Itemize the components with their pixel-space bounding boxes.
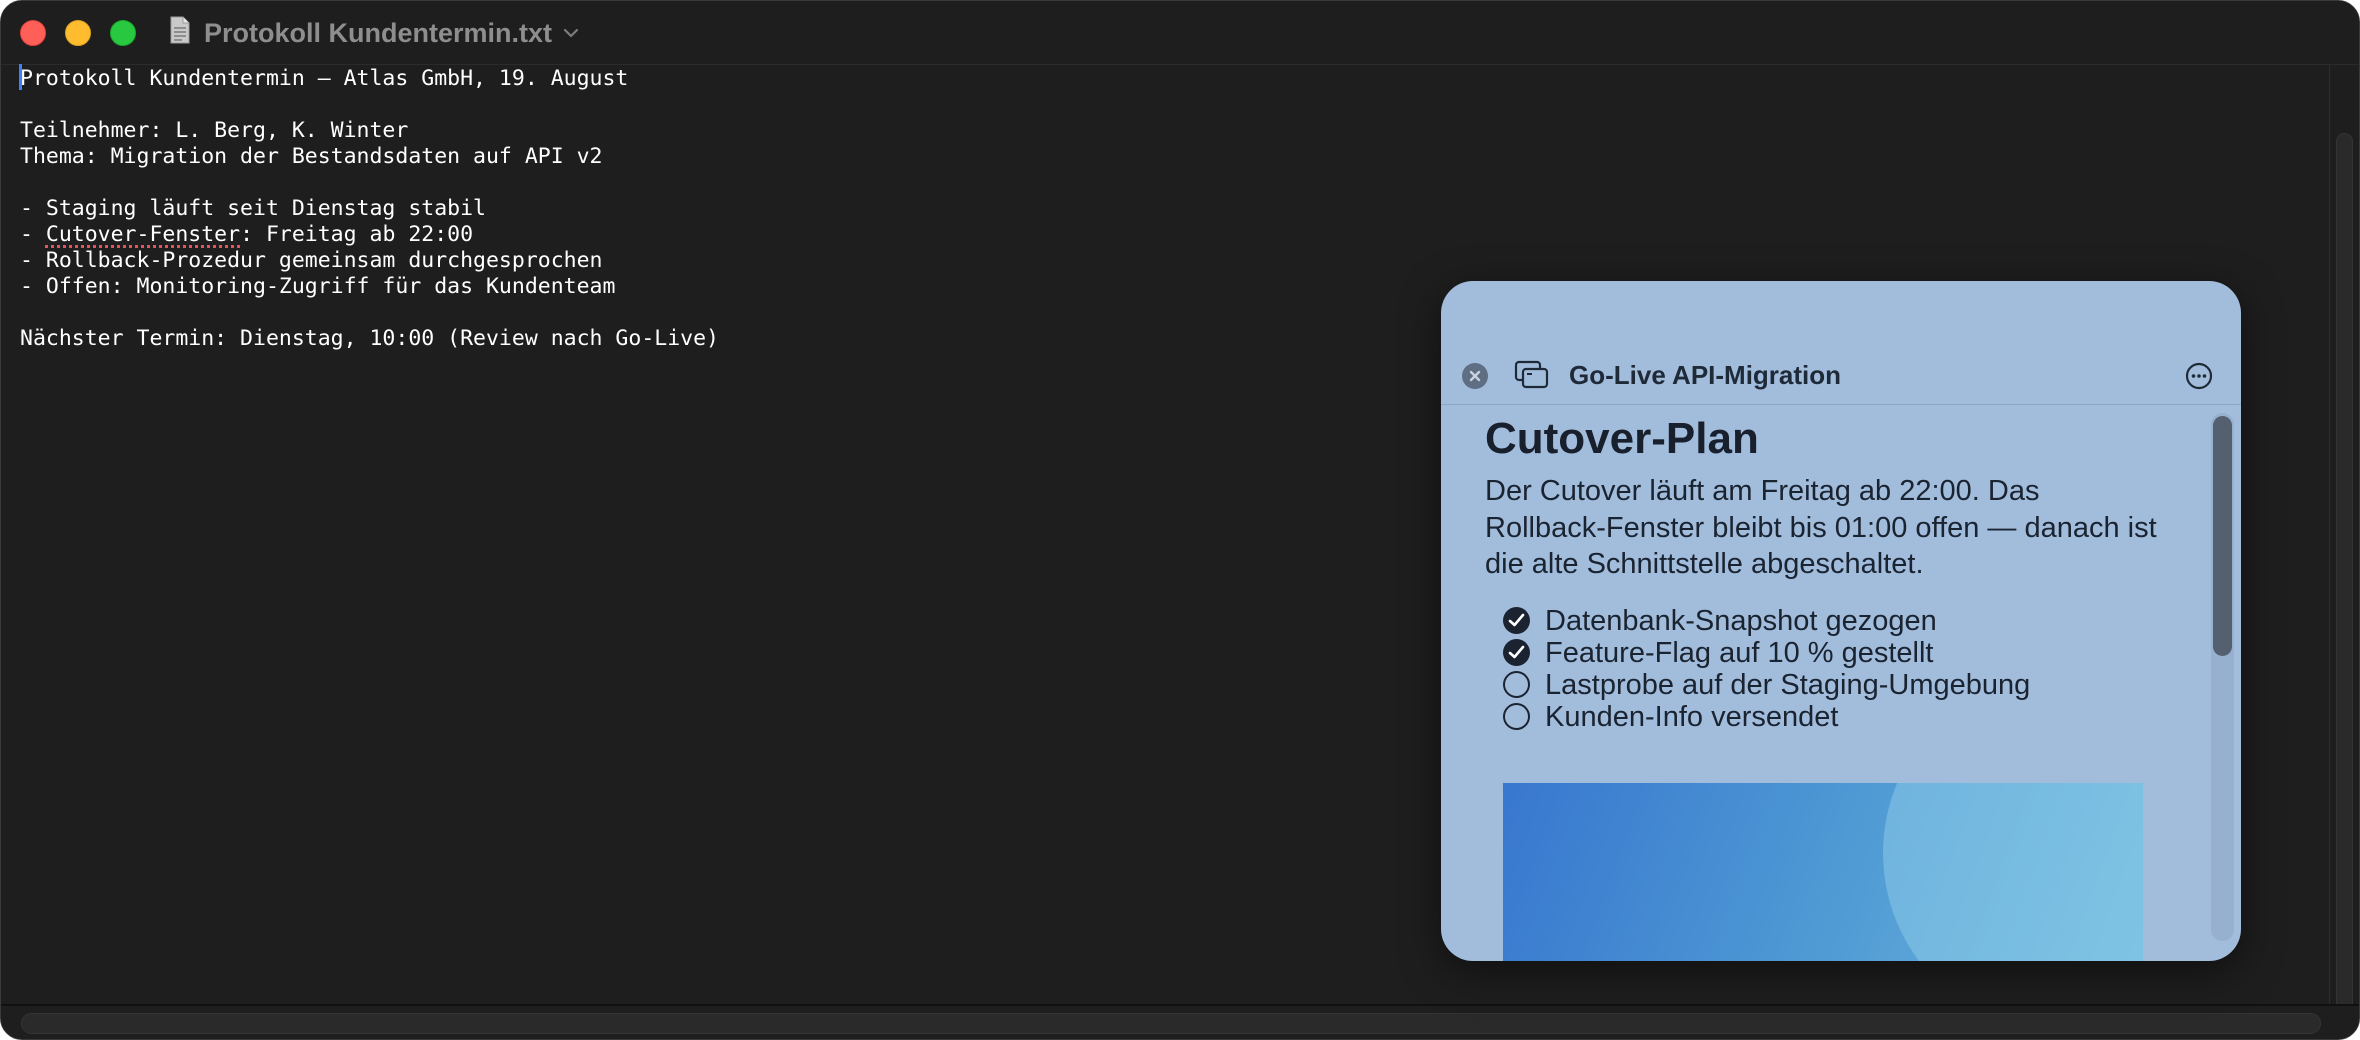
vertical-scrollbar[interactable] [2329,65,2359,1039]
checkbox-checked[interactable] [1503,607,1530,634]
note-heading: Cutover-Plan [1485,414,1759,463]
close-glyph [1469,370,1481,382]
checkbox-unchecked[interactable] [1503,703,1530,730]
horizontal-scrollbar-thumb[interactable] [21,1013,2321,1034]
panel-scrollbar-thumb[interactable] [2213,416,2232,656]
close-icon[interactable] [1462,363,1488,389]
list-dash: - [20,222,46,247]
checkbox-checked[interactable] [1503,639,1530,666]
text-line: - Rollback-Prozedur gemeinsam durchgespr… [20,248,603,273]
note-content[interactable]: Cutover-Plan Der Cutover läuft am Freita… [1441,405,2241,961]
text-fragment: : Freitag ab 22:00 [240,222,474,247]
image-decoration [1883,783,2143,961]
more-options-icon[interactable] [2185,362,2213,390]
text-document-icon [170,16,190,44]
text-line-cutover: - Cutover-Fenster: Freitag ab 22:00 [20,221,473,249]
checkbox-unchecked[interactable] [1503,671,1530,698]
text-line: Protokoll Kundentermin – Atlas GmbH, 19.… [20,66,629,91]
window-minimize-button[interactable] [65,20,91,46]
chevron-down-icon[interactable] [562,27,580,39]
title-bar[interactable]: Protokoll Kundentermin.txt [1,1,2359,65]
checklist-label: Kunden-Info versendet [1545,701,1839,733]
text-line: Nächster Termin: Dienstag, 10:00 (Review… [20,326,719,351]
checkmark-icon [1508,645,1525,659]
window-title[interactable]: Protokoll Kundentermin.txt [204,16,552,50]
panel-title: Go-Live API-Migration [1569,360,1842,390]
text-line: - Staging läuft seit Dienstag stabil [20,196,486,221]
vertical-scrollbar-thumb[interactable] [2336,133,2353,1039]
note-image [1503,783,2143,961]
text-line: - Offen: Monitoring-Zugriff für das Kund… [20,274,616,299]
horizontal-scrollbar[interactable] [1,1004,2359,1039]
misspelled-word[interactable]: Cutover-Fenster [46,222,240,247]
window-close-button[interactable] [20,20,46,46]
checkmark-icon [1508,613,1525,627]
quick-note-panel[interactable]: Go-Live API-Migration Cutover-Plan Der C… [1441,281,2241,961]
text-line: Teilnehmer: L. Berg, K. Winter [20,118,409,143]
text-caret [19,64,22,90]
stacked-windows-icon[interactable] [1514,360,1550,390]
text-line: Thema: Migration der Bestandsdaten auf A… [20,144,603,169]
text-editor-window: Protokoll Kundentermin.txt Protokoll Kun… [0,0,2360,1040]
window-zoom-button[interactable] [110,20,136,46]
panel-header: Go-Live API-Migration [1441,281,2241,405]
note-paragraph: Der Cutover läuft am Freitag ab 22:00. D… [1485,475,2157,580]
